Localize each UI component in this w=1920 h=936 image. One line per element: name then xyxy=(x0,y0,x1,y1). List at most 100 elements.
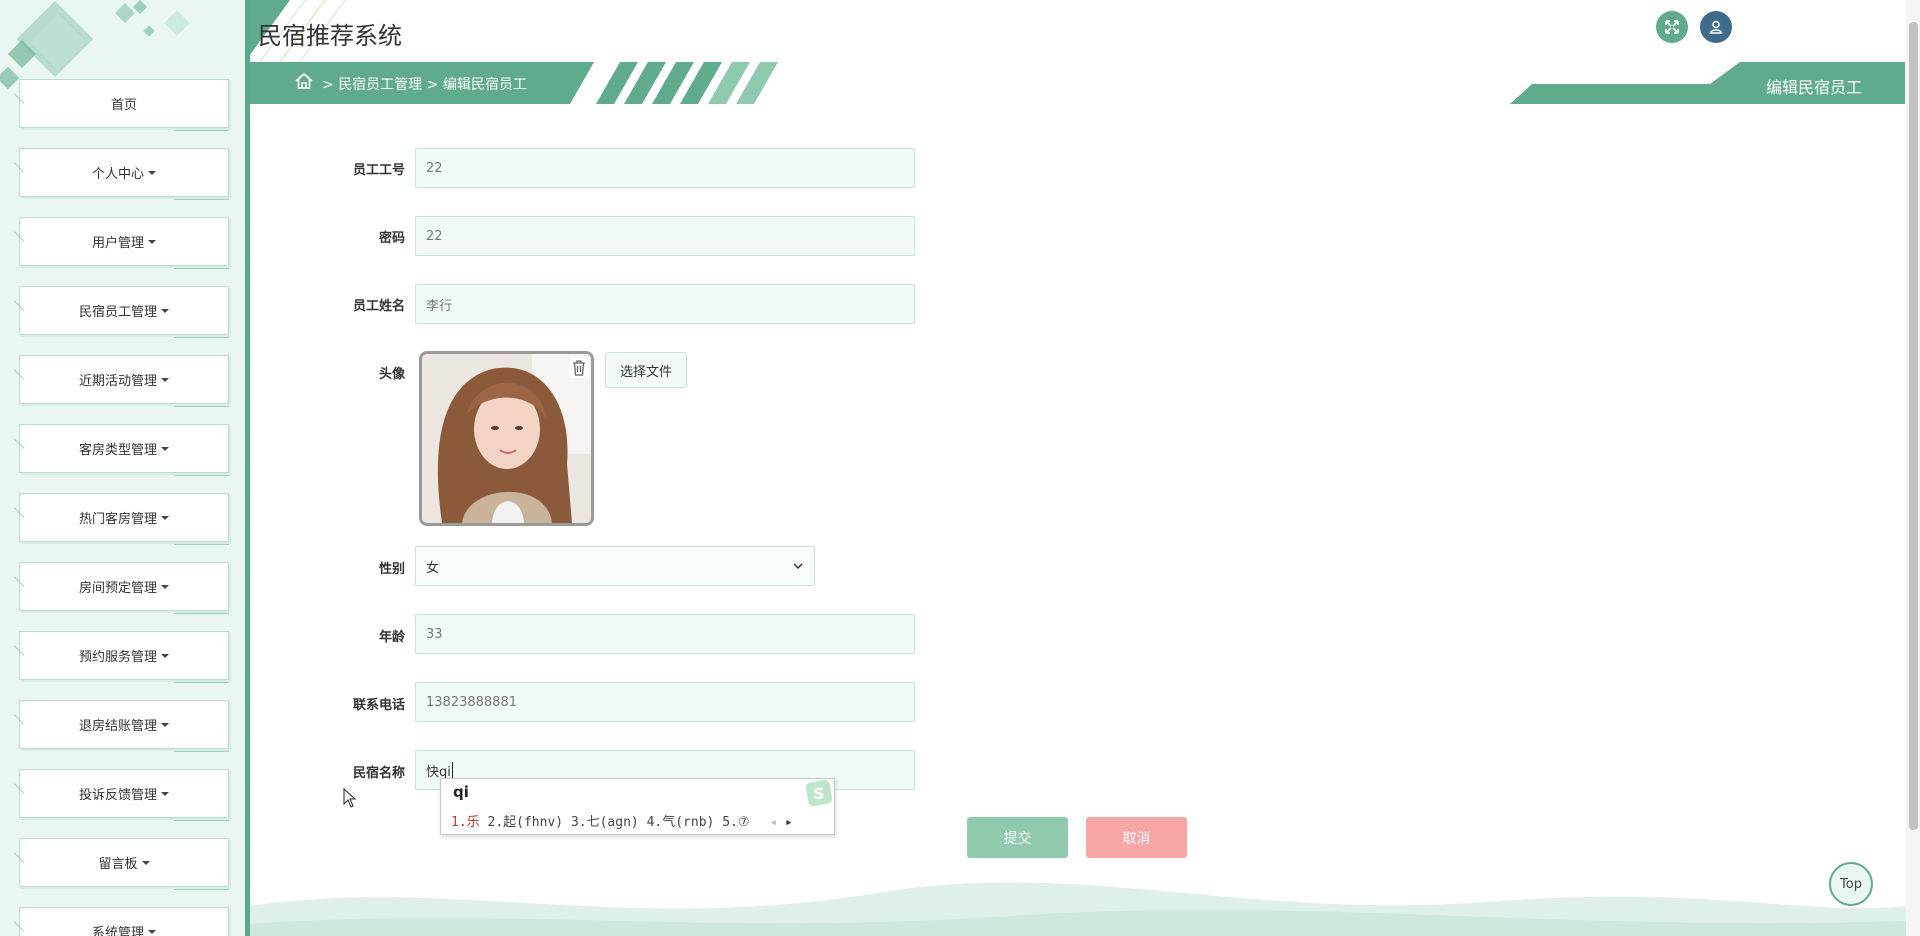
sidebar-item-home[interactable]: 首页 xyxy=(19,79,229,131)
ime-next-page-icon[interactable]: ▸ xyxy=(785,815,793,830)
sidebar-item-label: 房间预定管理 xyxy=(78,581,157,596)
sidebar-item-label: 热门客房管理 xyxy=(78,512,157,527)
cancel-button[interactable]: 取消 xyxy=(1086,817,1187,858)
password-value: 22 xyxy=(426,228,443,244)
ime-candidate-2[interactable]: 2.起(fhnv) xyxy=(488,815,564,830)
user-menu-button[interactable] xyxy=(1700,11,1732,43)
sidebar-item-label: 投诉反馈管理 xyxy=(78,788,157,803)
sidebar-edge xyxy=(245,0,250,936)
sidebar-item-staff-management[interactable]: 民宿员工管理 xyxy=(19,286,229,338)
submit-button[interactable]: 提交 xyxy=(967,817,1068,858)
phone-value: 13823888881 xyxy=(426,694,517,710)
sidebar-item-label: 民宿员工管理 xyxy=(78,305,157,320)
caret-down-icon xyxy=(161,722,169,727)
ime-composition: qi xyxy=(453,783,469,801)
caret-down-icon xyxy=(161,377,169,382)
gender-select[interactable]: 女 xyxy=(415,546,815,586)
avatar-photo xyxy=(422,354,591,523)
expand-icon xyxy=(1665,20,1679,34)
caret-down-icon xyxy=(148,170,156,175)
back-to-top-button[interactable]: Top xyxy=(1829,862,1873,906)
gender-value: 女 xyxy=(426,560,440,576)
ime-candidate-popup: qi S 1.乐 2.起(fhnv) 3.七(agn) 4.气(rnb) 5.⑦… xyxy=(440,778,835,835)
breadcrumb-page: 编辑民宿员工 xyxy=(442,77,527,93)
breadcrumb-separator: > xyxy=(426,77,439,93)
name-field[interactable]: 李行 xyxy=(415,284,915,324)
password-label: 密码 xyxy=(378,231,405,246)
sidebar-item-user-management[interactable]: 用户管理 xyxy=(19,217,229,269)
password-field[interactable]: 22 xyxy=(415,216,915,256)
sogou-logo-icon: S xyxy=(805,779,833,807)
ime-candidate-3[interactable]: 3.七(agn) xyxy=(571,815,639,830)
breadcrumb-separator: > xyxy=(322,77,334,93)
choose-file-button[interactable]: 选择文件 xyxy=(605,352,687,388)
svg-text:S: S xyxy=(813,784,825,803)
name-value: 李行 xyxy=(426,298,453,314)
scrollbar-thumb[interactable] xyxy=(1909,22,1918,830)
phone-label: 联系电话 xyxy=(352,698,405,713)
sidebar-item-complaint-management[interactable]: 投诉反馈管理 xyxy=(19,769,229,821)
sidebar-item-label: 用户管理 xyxy=(91,236,144,251)
caret-down-icon xyxy=(161,308,169,313)
sidebar-item-booking-management[interactable]: 房间预定管理 xyxy=(19,562,229,614)
fullscreen-button[interactable] xyxy=(1656,11,1688,43)
sidebar-item-label: 近期活动管理 xyxy=(78,374,157,389)
sidebar-item-label: 留言板 xyxy=(98,857,138,872)
employee-id-field[interactable]: 22 xyxy=(415,148,915,188)
app-title: 民宿推荐系统 xyxy=(258,22,402,50)
sidebar-item-label: 个人中心 xyxy=(91,167,144,182)
name-label: 员工姓名 xyxy=(352,299,405,314)
chevron-down-icon xyxy=(793,563,803,570)
sidebar-item-checkout-management[interactable]: 退房结账管理 xyxy=(19,700,229,752)
phone-field[interactable]: 13823888881 xyxy=(415,682,915,722)
sidebar-item-system-management[interactable]: 系统管理 xyxy=(19,907,229,936)
home-icon[interactable] xyxy=(294,71,314,91)
sidebar-item-message-board[interactable]: 留言板 xyxy=(19,838,229,890)
mouse-cursor-icon xyxy=(343,788,357,808)
ime-candidate-list: 1.乐 2.起(fhnv) 3.七(agn) 4.气(rnb) 5.⑦ ◂ ▸ xyxy=(451,811,793,830)
ime-candidate-1[interactable]: 1.乐 xyxy=(451,815,480,830)
sidebar-item-room-type-management[interactable]: 客房类型管理 xyxy=(19,424,229,476)
sidebar-item-service-management[interactable]: 预约服务管理 xyxy=(19,631,229,683)
homestay-label: 民宿名称 xyxy=(352,766,405,781)
page-tag: 编辑民宿员工 xyxy=(1765,78,1862,97)
sidebar-item-label: 客房类型管理 xyxy=(78,443,157,458)
caret-down-icon xyxy=(141,860,150,865)
age-label: 年龄 xyxy=(378,630,405,645)
bottom-wave-decoration xyxy=(250,882,1906,936)
sidebar-item-personal-center[interactable]: 个人中心 xyxy=(19,148,229,200)
employee-id-label: 员工工号 xyxy=(352,163,405,178)
caret-down-icon xyxy=(148,929,156,934)
breadcrumb-stripes xyxy=(570,62,800,104)
sidebar-item-label: 退房结账管理 xyxy=(78,719,157,734)
caret-down-icon xyxy=(161,515,169,520)
homestay-value: 快qi xyxy=(426,764,451,780)
user-icon xyxy=(1709,20,1723,34)
avatar-image xyxy=(419,351,594,526)
sidebar: 首页 个人中心 用户管理 民宿员工管理 近期活动管理 客房类型管理 热门客房管理… xyxy=(0,0,250,936)
age-field[interactable]: 33 xyxy=(415,614,915,654)
sidebar-item-label: 预约服务管理 xyxy=(78,650,157,665)
caret-down-icon xyxy=(148,239,156,244)
text-cursor xyxy=(451,762,453,778)
avatar-label: 头像 xyxy=(378,367,405,382)
sidebar-item-label: 系统管理 xyxy=(91,926,144,936)
caret-down-icon xyxy=(161,653,169,658)
caret-down-icon xyxy=(161,446,169,451)
age-value: 33 xyxy=(426,626,443,642)
breadcrumb-text: > 民宿员工管理 > 编辑民宿员工 xyxy=(322,74,527,94)
sidebar-item-activity-management[interactable]: 近期活动管理 xyxy=(19,355,229,407)
sidebar-decoration xyxy=(0,0,190,90)
ime-prev-page-icon[interactable]: ◂ xyxy=(769,815,777,830)
breadcrumb-section[interactable]: 民宿员工管理 xyxy=(338,77,422,93)
gender-label: 性别 xyxy=(378,562,405,577)
sidebar-item-label: 首页 xyxy=(110,98,137,113)
ime-candidate-4[interactable]: 4.气(rnb) xyxy=(647,815,715,830)
caret-down-icon xyxy=(161,791,169,796)
breadcrumb: > 民宿员工管理 > 编辑民宿员工 xyxy=(250,62,800,104)
ime-candidate-5[interactable]: 5.⑦ xyxy=(722,815,749,830)
trash-icon[interactable] xyxy=(569,358,589,378)
caret-down-icon xyxy=(161,584,169,589)
sidebar-item-hot-room-management[interactable]: 热门客房管理 xyxy=(19,493,229,545)
employee-id-value: 22 xyxy=(426,160,443,176)
